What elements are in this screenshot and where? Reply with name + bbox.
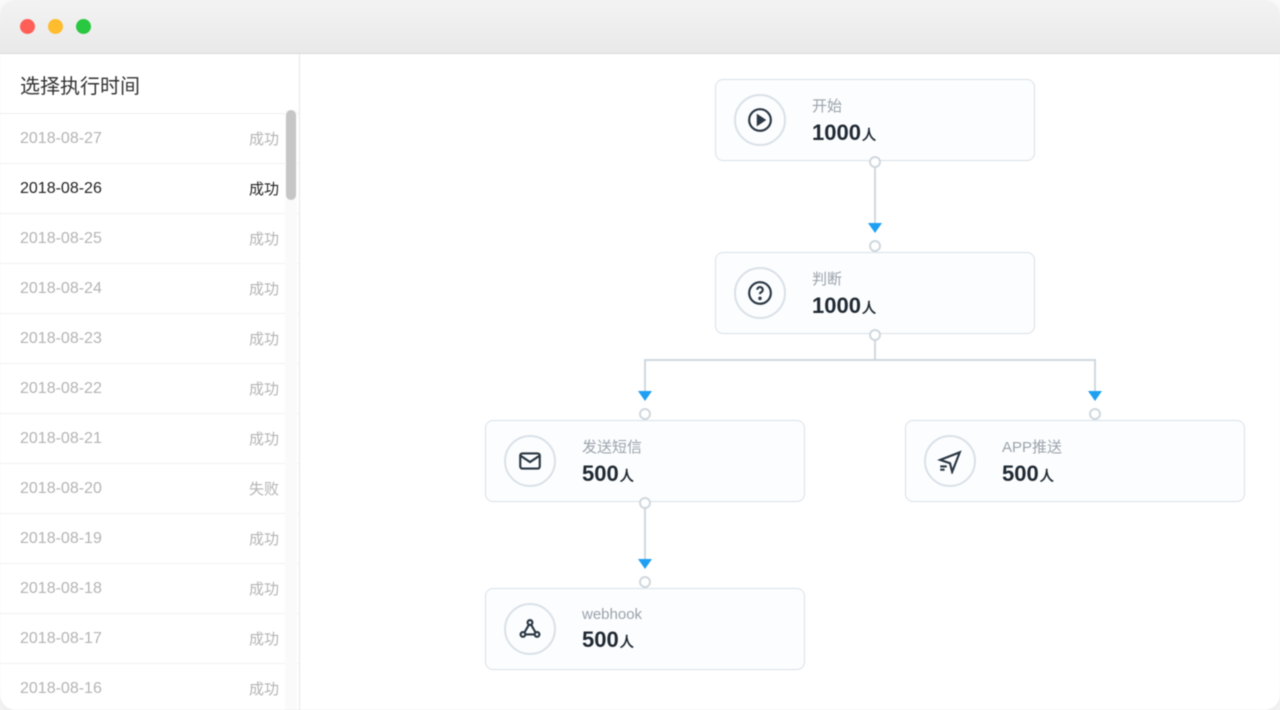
arrow-down-icon <box>638 559 652 569</box>
sidebar-item-date: 2018-08-21 <box>20 430 102 448</box>
sidebar-item-date: 2018-08-27 <box>20 130 102 148</box>
connector <box>644 359 646 391</box>
node-apppush-label: APP推送 <box>1002 436 1062 457</box>
sidebar-item[interactable]: 2018-08-18 成功 <box>0 564 299 614</box>
content-area: 选择执行时间 2018-08-27成功2018-08-26成功2018-08-2… <box>0 54 1280 710</box>
sidebar-item[interactable]: 2018-08-20 失败 <box>0 464 299 514</box>
node-decide-label: 判断 <box>812 268 876 289</box>
port <box>869 156 881 168</box>
sidebar-item[interactable]: 2018-08-16 成功 <box>0 664 299 710</box>
sidebar-item-status: 成功 <box>249 328 279 349</box>
scrollbar-track[interactable] <box>285 110 297 710</box>
sidebar-item[interactable]: 2018-08-21 成功 <box>0 414 299 464</box>
sidebar-item-status: 失败 <box>249 478 279 499</box>
sidebar-item-status: 成功 <box>249 428 279 449</box>
sidebar-item-date: 2018-08-18 <box>20 580 102 598</box>
sidebar-item-date: 2018-08-23 <box>20 330 102 348</box>
sidebar-item-date: 2018-08-19 <box>20 530 102 548</box>
node-sms-label: 发送短信 <box>582 436 642 457</box>
minimize-icon[interactable] <box>48 19 63 34</box>
sidebar-item[interactable]: 2018-08-25 成功 <box>0 214 299 264</box>
app-window: 选择执行时间 2018-08-27成功2018-08-26成功2018-08-2… <box>0 0 1280 710</box>
node-apppush[interactable]: APP推送 500人 <box>905 420 1245 502</box>
close-icon[interactable] <box>20 19 35 34</box>
sidebar-item[interactable]: 2018-08-23 成功 <box>0 314 299 364</box>
node-webhook-value: 500人 <box>582 627 642 653</box>
sidebar-item-status: 成功 <box>249 128 279 149</box>
arrow-down-icon <box>1088 391 1102 401</box>
sidebar-list: 2018-08-27成功2018-08-26成功2018-08-25成功2018… <box>0 114 299 710</box>
sidebar-item-status: 成功 <box>249 578 279 599</box>
node-sms-value: 500人 <box>582 461 642 487</box>
arrow-down-icon <box>638 391 652 401</box>
sidebar-item[interactable]: 2018-08-27 成功 <box>0 114 299 164</box>
sidebar-item-date: 2018-08-24 <box>20 280 102 298</box>
node-webhook[interactable]: webhook 500人 <box>485 588 805 670</box>
sidebar-item-date: 2018-08-17 <box>20 630 102 648</box>
sidebar-item-date: 2018-08-25 <box>20 230 102 248</box>
send-icon <box>924 435 976 487</box>
connector <box>874 341 876 361</box>
node-apppush-value: 500人 <box>1002 461 1062 487</box>
execution-time-sidebar: 选择执行时间 2018-08-27成功2018-08-26成功2018-08-2… <box>0 54 300 710</box>
sidebar-item[interactable]: 2018-08-24 成功 <box>0 264 299 314</box>
connector <box>644 509 646 559</box>
node-start-text: 开始 1000人 <box>812 95 876 146</box>
node-apppush-text: APP推送 500人 <box>1002 436 1062 487</box>
node-start-value: 1000人 <box>812 120 876 146</box>
node-start[interactable]: 开始 1000人 <box>715 79 1035 161</box>
node-decide-text: 判断 1000人 <box>812 268 876 319</box>
node-sms-text: 发送短信 500人 <box>582 436 642 487</box>
sidebar-item-status: 成功 <box>249 378 279 399</box>
sidebar-item[interactable]: 2018-08-17 成功 <box>0 614 299 664</box>
node-webhook-text: webhook 500人 <box>582 606 642 653</box>
sidebar-item[interactable]: 2018-08-26 成功 <box>0 164 299 214</box>
port <box>1089 408 1101 420</box>
sidebar-item-status: 成功 <box>249 678 279 699</box>
port <box>639 497 651 509</box>
connector <box>874 168 876 223</box>
port <box>639 408 651 420</box>
port <box>639 576 651 588</box>
arrow-down-icon <box>868 223 882 233</box>
connector <box>644 359 1096 361</box>
node-decide-value: 1000人 <box>812 293 876 319</box>
sidebar-item-status: 成功 <box>249 628 279 649</box>
sidebar-item[interactable]: 2018-08-19 成功 <box>0 514 299 564</box>
node-decide[interactable]: 判断 1000人 <box>715 252 1035 334</box>
node-start-label: 开始 <box>812 95 876 116</box>
connector <box>1094 359 1096 391</box>
node-webhook-label: webhook <box>582 606 642 623</box>
sidebar-item-status: 成功 <box>249 178 279 199</box>
maximize-icon[interactable] <box>76 19 91 34</box>
webhook-icon <box>504 603 556 655</box>
sidebar-item-date: 2018-08-22 <box>20 380 102 398</box>
play-icon <box>734 94 786 146</box>
question-icon <box>734 267 786 319</box>
sidebar-title: 选择执行时间 <box>0 54 299 114</box>
node-sms[interactable]: 发送短信 500人 <box>485 420 805 502</box>
scrollbar-thumb[interactable] <box>286 110 296 200</box>
sidebar-item-status: 成功 <box>249 228 279 249</box>
sidebar-item-date: 2018-08-20 <box>20 480 102 498</box>
sidebar-item-status: 成功 <box>249 278 279 299</box>
sidebar-item[interactable]: 2018-08-22 成功 <box>0 364 299 414</box>
sidebar-item-date: 2018-08-16 <box>20 680 102 698</box>
window-titlebar <box>0 0 1280 54</box>
port <box>869 329 881 341</box>
mail-icon <box>504 435 556 487</box>
sidebar-item-status: 成功 <box>249 528 279 549</box>
sidebar-item-date: 2018-08-26 <box>20 180 102 198</box>
flow-canvas[interactable]: 开始 1000人 判断 1000人 <box>300 54 1280 710</box>
port <box>869 240 881 252</box>
